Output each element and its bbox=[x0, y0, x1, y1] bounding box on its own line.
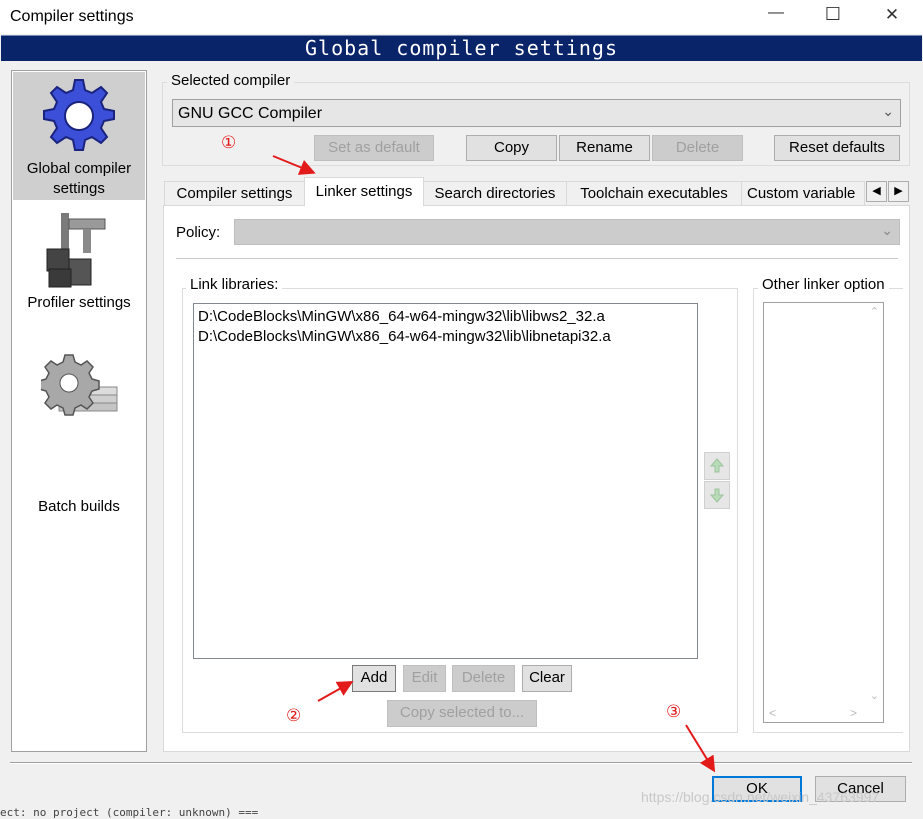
dialog-divider bbox=[10, 762, 912, 764]
other-linker-options-label: Other linker option bbox=[758, 276, 889, 294]
annotation-step-3: ③ bbox=[666, 702, 682, 721]
minimize-icon[interactable]: — bbox=[764, 4, 788, 22]
link-libraries-label: Link libraries: bbox=[186, 276, 283, 294]
sidebar-item-label: Profiler settings bbox=[27, 294, 131, 311]
move-down-button[interactable] bbox=[704, 481, 730, 509]
arrow-up-icon bbox=[709, 458, 725, 473]
tab-compiler-settings[interactable]: Compiler settings bbox=[164, 181, 305, 205]
title-bar: Compiler settings — ☐ ✕ bbox=[0, 0, 923, 34]
move-up-button[interactable] bbox=[704, 452, 730, 480]
caliper-icon bbox=[46, 213, 106, 288]
policy-label: Policy: bbox=[176, 224, 221, 241]
maximize-icon[interactable]: ☐ bbox=[821, 4, 845, 25]
edit-library-button[interactable]: Edit bbox=[403, 665, 446, 692]
add-library-button[interactable]: Add bbox=[352, 665, 396, 692]
tab-scroll-left-button[interactable]: ◀ bbox=[866, 181, 887, 202]
compiler-select-value: GNU GCC Compiler bbox=[178, 105, 323, 122]
list-item[interactable]: D:\CodeBlocks\MinGW\x86_64-w64-mingw32\l… bbox=[194, 327, 697, 347]
scroll-right-icon[interactable]: > bbox=[850, 706, 857, 720]
arrow-down-icon bbox=[709, 488, 725, 503]
tab-search-directories[interactable]: Search directories bbox=[423, 181, 567, 205]
scroll-up-icon[interactable]: ⌃ bbox=[870, 305, 879, 318]
sidebar-item-profiler[interactable]: Profiler settings bbox=[13, 205, 145, 317]
compiler-select[interactable]: GNU GCC Compiler ⌄ bbox=[172, 99, 901, 127]
policy-divider bbox=[176, 258, 898, 259]
tab-custom-variables[interactable]: Custom variable bbox=[741, 181, 865, 205]
selected-compiler-label: Selected compiler bbox=[167, 72, 295, 90]
copy-selected-button[interactable]: Copy selected to... bbox=[387, 700, 537, 727]
chevron-down-icon: ⌄ bbox=[881, 222, 893, 238]
list-item[interactable]: D:\CodeBlocks\MinGW\x86_64-w64-mingw32\l… bbox=[194, 304, 697, 327]
batch-gear-icon bbox=[41, 354, 118, 416]
set-as-default-button[interactable]: Set as default bbox=[314, 135, 434, 161]
tab-linker-settings[interactable]: Linker settings bbox=[304, 177, 424, 206]
tab-scroll-right-button[interactable]: ▶ bbox=[888, 181, 909, 202]
delete-compiler-button[interactable]: Delete bbox=[652, 135, 743, 161]
annotation-step-2: ② bbox=[286, 706, 302, 725]
clear-libraries-button[interactable]: Clear bbox=[522, 665, 572, 692]
other-linker-options-textarea[interactable]: ⌃ ⌄ < > bbox=[763, 302, 884, 723]
close-icon[interactable]: ✕ bbox=[880, 5, 904, 25]
chevron-down-icon: ⌄ bbox=[882, 103, 894, 119]
scroll-left-icon[interactable]: < bbox=[769, 706, 776, 720]
settings-sidebar: Global compiler settings Profiler settin… bbox=[11, 70, 147, 752]
copy-compiler-button[interactable]: Copy bbox=[466, 135, 557, 161]
watermark-text: https://blog.csdn.net/weixin_43763997 bbox=[641, 789, 880, 805]
delete-library-button[interactable]: Delete bbox=[452, 665, 515, 692]
reset-defaults-button[interactable]: Reset defaults bbox=[774, 135, 900, 161]
linker-settings-panel: Policy: ⌄ Link libraries: D:\CodeBlocks\… bbox=[163, 205, 910, 752]
tab-toolchain-executables[interactable]: Toolchain executables bbox=[566, 181, 742, 205]
section-banner: Global compiler settings bbox=[1, 35, 922, 61]
window-title: Compiler settings bbox=[10, 8, 134, 25]
annotation-step-1: ① bbox=[221, 133, 237, 152]
gear-icon bbox=[43, 79, 115, 151]
policy-select[interactable]: ⌄ bbox=[234, 219, 900, 245]
link-libraries-list[interactable]: D:\CodeBlocks\MinGW\x86_64-w64-mingw32\l… bbox=[193, 303, 698, 659]
rename-compiler-button[interactable]: Rename bbox=[559, 135, 650, 161]
scroll-down-icon[interactable]: ⌄ bbox=[870, 689, 879, 702]
sidebar-item-label: Global compiler settings bbox=[26, 160, 132, 197]
sidebar-item-label: Batch builds bbox=[38, 498, 120, 515]
sidebar-item-batch-builds[interactable]: Batch builds bbox=[13, 351, 145, 515]
banner-title: Global compiler settings bbox=[305, 36, 618, 60]
sidebar-item-global-compiler[interactable]: Global compiler settings bbox=[13, 72, 145, 200]
